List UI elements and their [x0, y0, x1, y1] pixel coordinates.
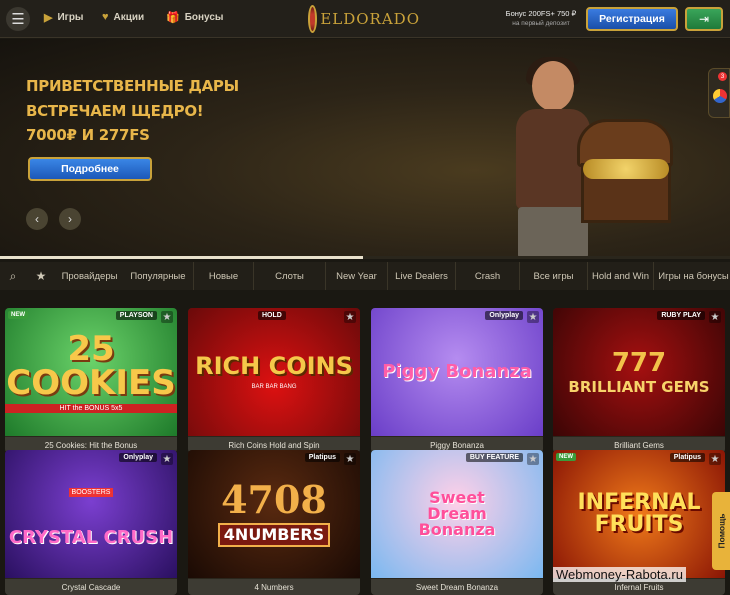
game-art: 25 COOKIES HIT the BONUS 5x5 [5, 308, 177, 436]
help-button[interactable]: Помощь [712, 492, 730, 570]
game-art-title: INFERNAL FRUITS [577, 490, 701, 537]
game-art-title: 4708 [221, 477, 327, 522]
game-art-title: BRILLIANT GEMS [568, 377, 710, 396]
provider-label: BUY FEATURE [465, 453, 523, 462]
game-card[interactable]: RICH COINS BAR BAR BANG HOLD ★ Rich Coin… [188, 308, 360, 453]
new-badge: NEW [556, 453, 576, 461]
game-art-title: Piggy Bonanza [382, 361, 532, 382]
game-art-subtitle: BOOSTERS [68, 488, 114, 497]
favorite-star-icon[interactable]: ★ [344, 311, 356, 323]
game-art-title: 25 COOKIES [6, 328, 176, 403]
banner-progress [0, 256, 730, 259]
fortune-wheel-icon [713, 89, 727, 103]
provider-label: PLAYSON [115, 311, 157, 320]
favorite-star-icon[interactable]: ★ [344, 453, 356, 465]
game-title: Sweet Dream Bonanza [371, 579, 543, 595]
cat-providers[interactable]: Провайдеры [58, 262, 121, 290]
login-icon: ⇥ [698, 12, 710, 26]
game-art-title: RICH COINS [195, 352, 353, 380]
game-title: 4 Numbers [188, 579, 360, 595]
game-art: Piggy Bonanza [371, 308, 543, 436]
game-art-subtitle: HIT the BONUS 5x5 [5, 403, 177, 413]
watermark: Webmoney-Rabota.ru [553, 567, 686, 582]
game-art-title: Sweet Dream Bonanza [418, 488, 496, 539]
banner-line-3: 7000₽ И 277FS [26, 126, 150, 144]
cat-live-dealers[interactable]: Live Dealers [387, 262, 455, 290]
nav-promotions[interactable]: ♥ Акции [102, 11, 144, 23]
game-art: RICH COINS BAR BAR BANG [188, 308, 360, 436]
login-button[interactable]: ⇥ [685, 7, 723, 31]
cat-new[interactable]: Новые [193, 262, 253, 290]
provider-label: Onlyplay [119, 453, 157, 462]
favorite-star-icon[interactable]: ★ [709, 453, 721, 465]
game-title: Crystal Cascade [5, 579, 177, 595]
nav-bonuses[interactable]: 🎁 Бонусы [166, 11, 223, 24]
play-icon: ▶ [44, 12, 53, 24]
treasure-chest [577, 119, 673, 229]
more-button[interactable]: Подробнее [28, 157, 152, 181]
cat-hold-and-win[interactable]: Hold and Win [587, 262, 653, 290]
games-grid: 25 COOKIES HIT the BONUS 5x5 NEW PLAYSON… [0, 296, 730, 595]
banner-progress-fill [0, 256, 363, 259]
heart-icon: ♥ [102, 11, 109, 23]
game-art: 777 BRILLIANT GEMS [553, 308, 725, 436]
cat-new-year[interactable]: New Year [325, 262, 387, 290]
cat-popular[interactable]: Популярные [123, 262, 193, 290]
help-label: Помощь [716, 513, 726, 549]
game-art-subtitle: 777 [611, 347, 667, 378]
game-art-title: CRYSTAL CRUSH [8, 527, 174, 548]
provider-label: Platipus [304, 453, 340, 462]
game-card[interactable]: BOOSTERS CRYSTAL CRUSH Onlyplay ★ Crysta… [5, 450, 177, 595]
provider-label: Onlyplay [485, 311, 523, 320]
prev-arrow-icon[interactable]: ‹ [26, 208, 48, 230]
provider-label: RUBY PLAY [657, 311, 705, 320]
category-bar: ⌕ ★ Провайдеры Популярные Новые Слоты Ne… [0, 262, 730, 290]
chest-gold [583, 159, 669, 179]
banner-line-2: ВСТРЕЧАЕМ ЩЕДРО! [26, 102, 204, 120]
provider-label: HOLD [258, 311, 286, 320]
game-art: BOOSTERS CRYSTAL CRUSH [5, 450, 177, 578]
favorites-star-icon[interactable]: ★ [28, 262, 54, 290]
wheel-widget[interactable]: 3 [708, 68, 730, 118]
top-bar: ☰ ▶ Игры ♥ Акции 🎁 Бонусы ELDORADO Бонус 20… [0, 0, 730, 38]
game-art-subtitle: BAR BAR BANG [251, 384, 297, 390]
game-card[interactable]: Sweet Dream Bonanza BUY FEATURE ★ Sweet … [371, 450, 543, 595]
game-card[interactable]: 25 COOKIES HIT the BONUS 5x5 NEW PLAYSON… [5, 308, 177, 453]
game-art-subtitle: 4NUMBERS [217, 523, 331, 547]
game-art: Sweet Dream Bonanza [371, 450, 543, 578]
cat-all-games[interactable]: Все игры [519, 262, 587, 290]
new-badge: NEW [8, 311, 28, 319]
favorite-star-icon[interactable]: ★ [161, 311, 173, 323]
promo-banner: ПРИВЕТСТВЕННЫЕ ДАРЫ ВСТРЕЧАЕМ ЩЕДРО! 700… [0, 39, 730, 258]
cat-crash[interactable]: Crash [455, 262, 519, 290]
menu-icon[interactable]: ☰ [6, 7, 30, 31]
next-arrow-icon[interactable]: › [59, 208, 81, 230]
character-head [532, 61, 574, 111]
search-icon[interactable]: ⌕ [0, 262, 26, 290]
favorite-star-icon[interactable]: ★ [709, 311, 721, 323]
logo-emblem-icon [308, 5, 318, 33]
game-card[interactable]: 777 BRILLIANT GEMS RUBY PLAY ★ Brilliant… [553, 308, 725, 453]
game-art: 4708 4NUMBERS [188, 450, 360, 578]
provider-label: Platipus [669, 453, 705, 462]
gift-icon: 🎁 [166, 12, 180, 24]
notification-badge: 3 [718, 72, 727, 81]
banner-line-1: ПРИВЕТСТВЕННЫЕ ДАРЫ [26, 77, 239, 95]
nav-games[interactable]: ▶ Игры [44, 11, 83, 24]
favorite-star-icon[interactable]: ★ [527, 311, 539, 323]
game-card[interactable]: Piggy Bonanza Onlyplay ★ Piggy Bonanza [371, 308, 543, 453]
cat-slots[interactable]: Слоты [253, 262, 325, 290]
bonus-info[interactable]: Бонус 200FS+ 750 ₽ на первый депозит [500, 9, 582, 29]
register-button[interactable]: Регистрация [586, 7, 678, 31]
game-art: INFERNAL FRUITS [553, 450, 725, 578]
favorite-star-icon[interactable]: ★ [161, 453, 173, 465]
favorite-star-icon[interactable]: ★ [527, 453, 539, 465]
game-card[interactable]: 4708 4NUMBERS Platipus ★ 4 Numbers [188, 450, 360, 595]
site-logo[interactable]: ELDORADO [308, 3, 420, 35]
cat-bonus-games[interactable]: Игры на бонусы [653, 262, 730, 290]
